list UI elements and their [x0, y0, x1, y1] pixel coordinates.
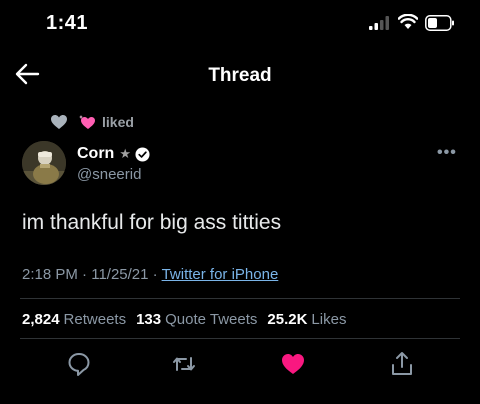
- tweet-time: 2:18 PM: [22, 266, 78, 283]
- divider: [20, 298, 460, 299]
- battery-icon: [425, 15, 454, 31]
- likes-label: Likes: [311, 311, 347, 328]
- retweets-stat[interactable]: 2,824 Retweets: [22, 311, 126, 328]
- author-name-row[interactable]: Corn ★: [77, 145, 150, 163]
- more-options-icon[interactable]: •••: [437, 144, 457, 162]
- likes-stat[interactable]: 25.2K Likes: [267, 311, 346, 328]
- wifi-icon: [398, 14, 418, 29]
- meta-separator: ·: [82, 266, 88, 283]
- page-title: Thread: [208, 65, 272, 86]
- reply-icon[interactable]: [65, 350, 93, 378]
- retweets-count: 2,824: [22, 311, 60, 328]
- quote-tweets-count: 133: [136, 311, 162, 328]
- star-badge: ★: [119, 146, 131, 161]
- retweet-icon[interactable]: [170, 350, 198, 378]
- tweet-stats: 2,824 Retweets 133 Quote Tweets 25.2K Likes: [22, 311, 356, 328]
- sparkling-heart-icon: [79, 115, 95, 129]
- retweets-label: Retweets: [63, 311, 127, 328]
- quote-tweets-stat[interactable]: 133 Quote Tweets: [136, 311, 257, 328]
- author-name[interactable]: Corn: [77, 145, 114, 163]
- liked-label: liked: [102, 114, 134, 130]
- social-context[interactable]: liked: [50, 112, 134, 132]
- author-handle[interactable]: @sneerid: [77, 166, 141, 183]
- likes-count: 25.2K: [267, 311, 308, 328]
- like-icon[interactable]: [279, 350, 307, 378]
- share-icon[interactable]: [388, 350, 416, 378]
- tweet-source-link[interactable]: Twitter for iPhone: [162, 266, 279, 283]
- avatar[interactable]: [22, 141, 66, 185]
- tweet-date: 11/25/21: [91, 266, 149, 283]
- tweet-text: im thankful for big ass titties: [22, 211, 282, 234]
- status-time: 1:41: [46, 12, 89, 34]
- cellular-signal-icon: [369, 16, 389, 30]
- meta-separator: ·: [152, 266, 158, 283]
- grey-heart-icon: [51, 115, 67, 129]
- quote-tweets-label: Quote Tweets: [165, 311, 258, 328]
- divider: [20, 338, 460, 339]
- tweet-meta: 2:18 PM · 11/25/21 · Twitter for iPhone: [22, 266, 278, 283]
- verified-badge-icon: [135, 146, 150, 162]
